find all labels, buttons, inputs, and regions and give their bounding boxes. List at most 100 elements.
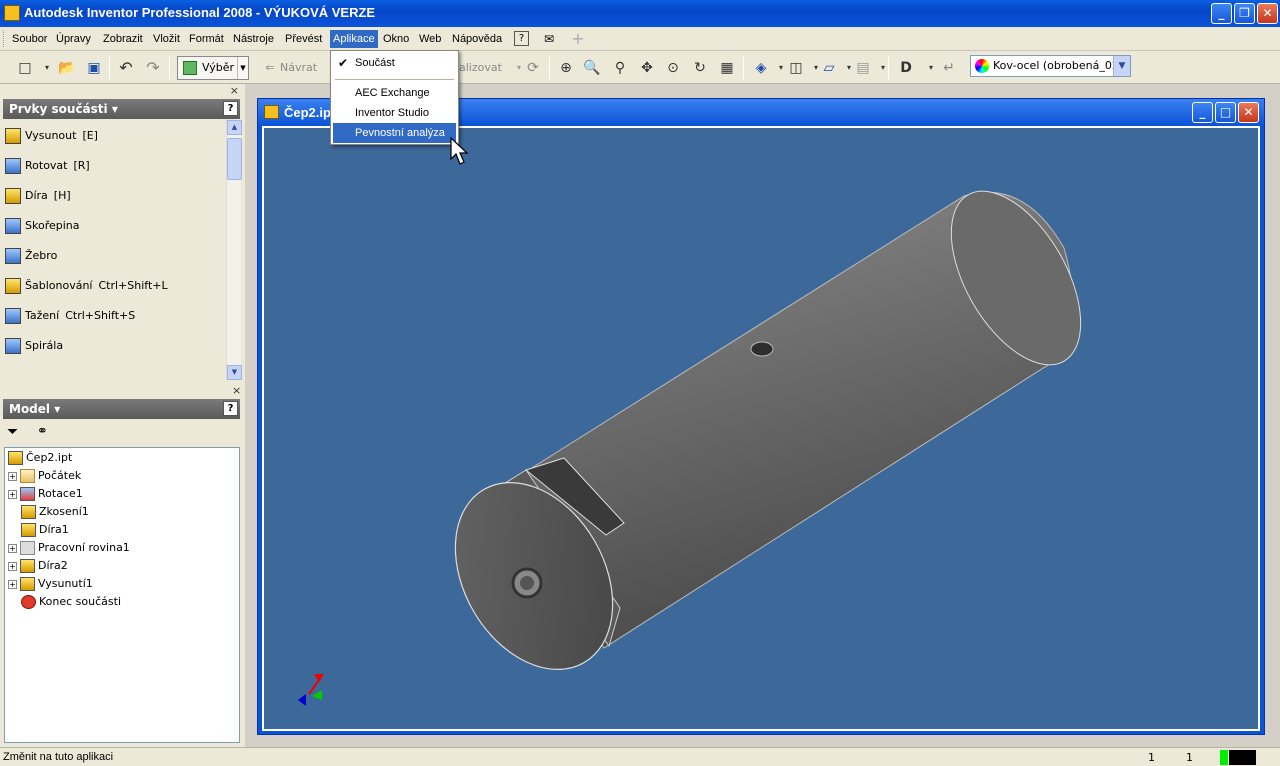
tree-item-chamfer[interactable]: Zkosení1: [21, 503, 89, 521]
menu-item-inventor-studio[interactable]: Inventor Studio: [333, 103, 456, 123]
help-icon[interactable]: ?: [514, 31, 529, 46]
doc-close-button[interactable]: ✕: [1238, 102, 1259, 123]
minimize-button[interactable]: _: [1211, 3, 1232, 24]
section-dropdown-icon[interactable]: ▾: [872, 57, 894, 79]
chevron-down-icon: ▼: [237, 57, 248, 79]
menu-okno[interactable]: Okno: [380, 30, 412, 48]
workplane-icon: [20, 541, 35, 555]
status-indicator-dark: [1229, 750, 1256, 765]
filter-icon[interactable]: ⏷: [7, 424, 18, 440]
zoom-selected-icon[interactable]: ⊙: [662, 57, 684, 79]
zoom-window-icon[interactable]: 🔍: [581, 57, 603, 79]
menu-upravy[interactable]: Úpravy: [53, 30, 94, 48]
ground-plane-icon[interactable]: ▱: [818, 57, 840, 79]
tree-label: Čep2.ipt: [26, 451, 73, 464]
feature-rib[interactable]: Žebro: [5, 246, 225, 266]
help-icon[interactable]: ?: [223, 401, 238, 416]
feature-label: Díra: [25, 189, 48, 202]
expand-icon[interactable]: +: [8, 561, 17, 571]
zoom-all-icon[interactable]: ⊕: [555, 57, 577, 79]
expand-icon[interactable]: +: [8, 489, 17, 499]
pin-model-render[interactable]: [264, 128, 1258, 729]
menu-item-soucast[interactable]: ✔ Součást: [333, 53, 456, 73]
whats-new-icon[interactable]: ✉: [540, 30, 558, 48]
menu-soubor[interactable]: Soubor: [9, 30, 50, 48]
doc-minimize-button[interactable]: _: [1192, 102, 1213, 123]
selection-mode-select[interactable]: Výběr ▼: [177, 56, 249, 80]
tree-item-end-of-part[interactable]: Konec součásti: [21, 593, 121, 611]
graphics-viewport[interactable]: [262, 126, 1260, 731]
open-folder-icon[interactable]: 📂: [56, 57, 78, 79]
features-panel-header[interactable]: Prvky součásti ▾ ?: [3, 99, 240, 119]
feature-hole[interactable]: Díra [H]: [5, 186, 225, 206]
pan-icon[interactable]: ✥: [636, 57, 658, 79]
doc-maximize-button[interactable]: □: [1215, 102, 1236, 123]
scroll-thumb[interactable]: [227, 138, 242, 180]
undo-icon[interactable]: ↶: [115, 57, 137, 79]
feature-revolve[interactable]: Rotovat [R]: [5, 156, 225, 176]
display-mode-icon[interactable]: ◫: [785, 57, 807, 79]
close-icon[interactable]: ×: [230, 84, 239, 97]
menu-vlozit[interactable]: Vložit: [150, 30, 183, 48]
restore-button[interactable]: ❐: [1234, 3, 1255, 24]
redo-icon[interactable]: ↷: [142, 57, 164, 79]
return-sketch-icon[interactable]: ↵: [938, 57, 960, 79]
tree-item-origin[interactable]: + Počátek: [8, 467, 81, 485]
new-file-icon[interactable]: □: [14, 57, 36, 79]
tree-item-workplane[interactable]: + Pracovní rovina1: [8, 539, 130, 557]
sketch-icon[interactable]: D: [895, 57, 917, 79]
update-icon[interactable]: ⟳: [522, 57, 544, 79]
analyze-label[interactable]: alizovat: [459, 57, 502, 79]
section-icon[interactable]: ▤: [852, 57, 874, 79]
menu-format[interactable]: Formát: [186, 30, 227, 48]
tree-item-revolve[interactable]: + Rotace1: [8, 485, 83, 503]
zoom-icon[interactable]: ⚲: [609, 57, 631, 79]
model-panel-header[interactable]: Model ▾ ?: [3, 399, 240, 419]
menu-zobrazit[interactable]: Zobrazit: [100, 30, 146, 48]
menu-item-pevnostni-analyza[interactable]: Pevnostní analýza: [333, 123, 456, 143]
scroll-down-icon[interactable]: ▼: [227, 365, 242, 380]
menu-nastroje[interactable]: Nástroje: [230, 30, 277, 48]
menu-item-label: Pevnostní analýza: [355, 127, 445, 139]
menu-item-label: Inventor Studio: [355, 107, 429, 119]
menu-item-aec-exchange[interactable]: AEC Exchange: [333, 83, 456, 103]
find-binoculars-icon[interactable]: ⚭: [37, 424, 48, 439]
view-cube-icon[interactable]: ◈: [750, 57, 772, 79]
menu-web[interactable]: Web: [416, 30, 444, 48]
expand-icon[interactable]: +: [8, 543, 17, 553]
feature-loft[interactable]: Šablonování Ctrl+Shift+L: [5, 276, 225, 296]
close-button[interactable]: ✕: [1257, 3, 1278, 24]
save-icon[interactable]: ▣: [83, 57, 105, 79]
tree-item-part[interactable]: Čep2.ipt: [8, 449, 72, 467]
material-select[interactable]: Kov-ocel (obrobená_02) ▼: [970, 55, 1131, 77]
status-indicator: [1220, 750, 1228, 765]
scroll-up-icon[interactable]: ▲: [227, 120, 242, 135]
tree-item-hole2[interactable]: + Díra2: [8, 557, 68, 575]
feature-extrude[interactable]: Vysunout [E]: [5, 126, 225, 146]
feature-shell[interactable]: Skořepina: [5, 216, 225, 236]
menu-aplikace[interactable]: Aplikace: [330, 30, 378, 48]
extrude-icon: [20, 577, 35, 591]
return-label[interactable]: Návrat: [280, 57, 317, 79]
tree-item-hole1[interactable]: Díra1: [21, 521, 69, 539]
menu-napoveda[interactable]: Nápověda: [449, 30, 505, 48]
look-at-icon[interactable]: ▦: [716, 57, 738, 79]
return-icon[interactable]: ⇐: [259, 57, 281, 79]
help-icon[interactable]: ?: [223, 101, 238, 116]
new-dropdown-icon[interactable]: ▾: [36, 57, 58, 79]
menu-prevest[interactable]: Převést: [282, 30, 325, 48]
tree-label: Pracovní rovina1: [38, 541, 130, 554]
tree-label: Počátek: [38, 469, 82, 482]
expand-icon[interactable]: +: [8, 471, 17, 481]
feature-coil[interactable]: Spirála: [5, 336, 225, 356]
color-wheel-icon: [975, 59, 989, 73]
expand-icon[interactable]: +: [8, 579, 17, 589]
select-cursor-icon: [183, 61, 197, 75]
selection-mode-label: Výběr: [202, 61, 235, 74]
add-icon[interactable]: +: [569, 30, 587, 48]
tree-item-extrude[interactable]: + Vysunutí1: [8, 575, 93, 593]
feature-label: Vysunout: [25, 129, 77, 142]
rotate-icon[interactable]: ↻: [689, 57, 711, 79]
feature-sweep[interactable]: Tažení Ctrl+Shift+S: [5, 306, 225, 326]
feature-list-scrollbar[interactable]: ▲ ▼: [226, 120, 242, 380]
